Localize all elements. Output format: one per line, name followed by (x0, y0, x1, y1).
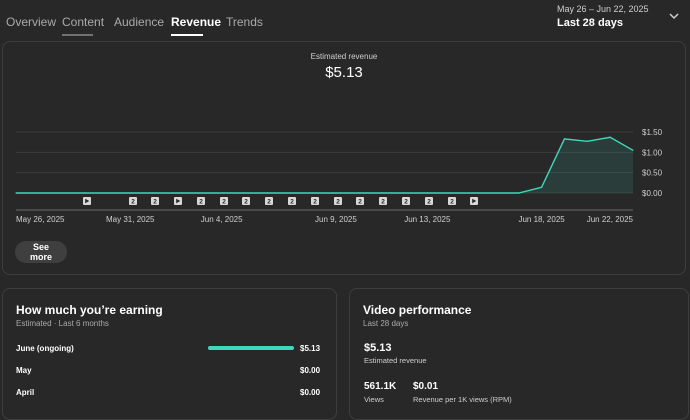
video-performance-card: Video performance Last 28 days $5.13 Est… (349, 288, 689, 420)
video-performance-subtitle: Last 28 days (363, 319, 409, 328)
earning-card: How much you’re earning Estimated · Last… (2, 288, 337, 420)
vp-views-value: 561.1K (364, 381, 397, 392)
earning-bar-track (208, 346, 294, 350)
chart-data-point (129, 192, 131, 194)
date-range-text: May 26 – Jun 22, 2025 (557, 4, 649, 14)
earning-card-subtitle: Estimated · Last 6 months (16, 319, 109, 328)
date-range-picker[interactable]: May 26 – Jun 22, 2025 Last 28 days (557, 4, 649, 29)
chart-data-point (198, 192, 200, 194)
upload-marker-count: 2 (427, 199, 431, 206)
upload-marker-count: 2 (290, 199, 294, 206)
chart-data-point (563, 138, 566, 140)
chart-data-point (403, 192, 406, 194)
upload-marker-count: 2 (244, 199, 248, 206)
tab-trends[interactable]: Trends (226, 15, 263, 29)
upload-marker-count: 2 (336, 199, 340, 206)
chart-data-point (335, 192, 337, 194)
tab-overview[interactable]: Overview (6, 15, 56, 29)
video-performance-title: Video performance (363, 303, 472, 317)
chart-data-point (426, 192, 428, 194)
x-tick-label: Jun 18, 2025 (518, 215, 565, 224)
chart-data-point (15, 192, 17, 194)
chart-series-line (16, 136, 634, 194)
vp-revenue-value: $5.13 (364, 342, 392, 354)
upload-marker-count: 2 (267, 199, 271, 206)
earning-row-label: April (16, 388, 35, 397)
tab-content-hover-indicator (62, 34, 93, 36)
upload-marker-count: 2 (222, 199, 226, 206)
date-range-label: Last 28 days (557, 17, 624, 29)
earning-row-value: $0.00 (300, 388, 321, 397)
earning-row-value: $5.13 (300, 344, 321, 353)
vp-revenue-label: Estimated revenue (364, 356, 427, 365)
vp-views-label: Views (364, 395, 384, 404)
chart-data-point (221, 192, 223, 194)
chevron-down-icon[interactable] (667, 10, 681, 22)
upload-marker-count: 2 (199, 199, 203, 206)
chart-data-point (61, 192, 63, 194)
earning-row-label: June (ongoing) (16, 344, 74, 353)
chart-data-point (540, 186, 543, 188)
x-tick-label: Jun 9, 2025 (315, 215, 357, 224)
chart-data-point (106, 192, 109, 194)
chart-data-point (38, 192, 40, 194)
x-tick-label: Jun 13, 2025 (404, 215, 451, 224)
chart-data-point (152, 192, 154, 194)
chart-data-point (518, 192, 520, 194)
chart-data-point (312, 192, 314, 194)
x-tick-label: May 31, 2025 (106, 215, 155, 224)
tab-content[interactable]: Content (62, 15, 104, 29)
chart-data-point (175, 192, 177, 194)
chart-data-point (83, 192, 86, 194)
tab-audience[interactable]: Audience (114, 15, 164, 29)
y-tick-label: $0.50 (642, 169, 663, 178)
revenue-chart-card: Estimated revenue $5.13 $1.50 $1.00 $0.50 $… (2, 41, 686, 275)
y-tick-label: $1.00 (642, 148, 663, 157)
upload-marker-count: 2 (313, 199, 317, 206)
y-tick-label: $0.00 (642, 189, 663, 198)
chart-data-point (358, 192, 360, 194)
tab-revenue-active-indicator (171, 34, 203, 36)
chart-data-point (632, 149, 634, 151)
upload-marker-count: 2 (381, 199, 385, 206)
vp-rpm-label: Revenue per 1K views (RPM) (413, 395, 512, 404)
chart-data-point (243, 192, 246, 194)
chart-data-point (449, 192, 451, 194)
chart-data-point (289, 192, 291, 194)
upload-marker-count: 2 (450, 199, 454, 206)
earning-bar-fill (208, 346, 294, 350)
chart-data-point (381, 192, 383, 194)
chart-area-fill (16, 137, 633, 193)
upload-marker-count: 2 (358, 199, 362, 206)
chart-data-point (609, 136, 611, 138)
analytics-tab-bar: Overview Content Audience Revenue Trends… (0, 0, 690, 40)
x-tick-label: May 26, 2025 (16, 215, 65, 224)
revenue-line-chart: $1.50 $1.00 $0.50 $0.00 2 2 2 2 2 2 2 2 2 2 2 2 2 2 May 26… (15, 128, 663, 224)
earning-card-title: How much you’re earning (16, 303, 163, 317)
upload-marker-count: 2 (131, 199, 135, 206)
earning-row-label: May (16, 366, 32, 375)
earning-row-value: $0.00 (300, 366, 321, 375)
tab-revenue[interactable]: Revenue (171, 15, 221, 29)
chart-data-point (495, 192, 497, 194)
chart-data-point (266, 192, 268, 194)
upload-marker-count: 2 (404, 199, 408, 206)
x-tick-label: Jun 22, 2025 (587, 215, 634, 224)
vp-rpm-value: $0.01 (413, 381, 439, 392)
chart-data-point (586, 140, 588, 142)
upload-marker-count: 2 (153, 199, 157, 206)
chart-data-point (472, 192, 474, 194)
y-tick-label: $1.50 (642, 128, 663, 137)
x-tick-label: Jun 4, 2025 (201, 215, 243, 224)
see-more-button[interactable]: See more (15, 241, 67, 263)
